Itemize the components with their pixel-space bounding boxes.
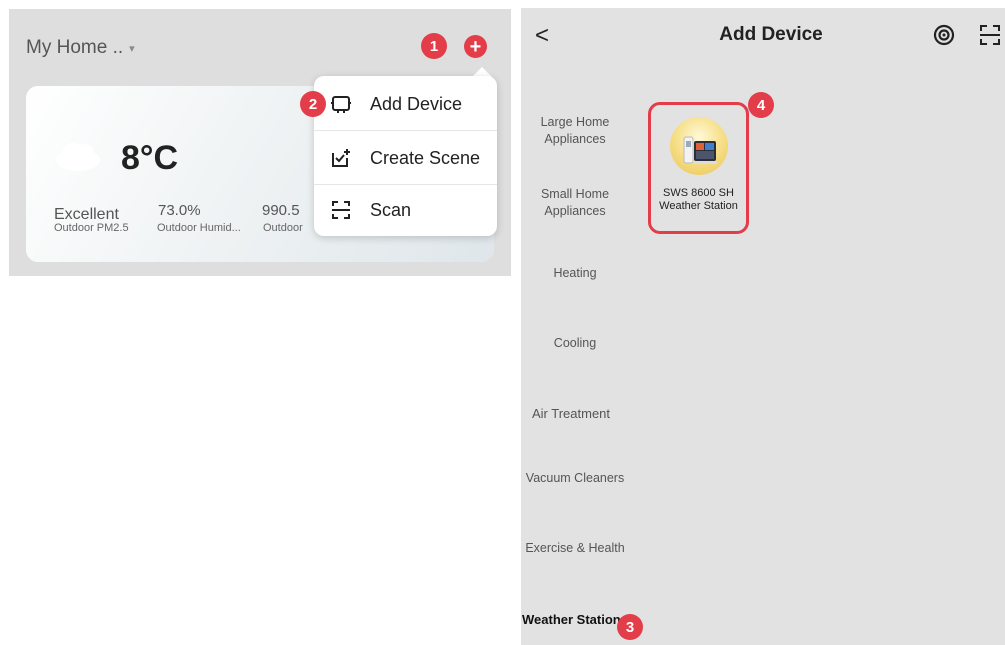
pm25-label: Outdoor PM2.5	[54, 222, 129, 234]
step-badge-3: 3	[617, 614, 643, 640]
device-card-sws8600[interactable]: SWS 8600 SH Weather Station	[648, 102, 749, 234]
add-popup-menu: Add Device Create Scene Scan	[314, 76, 497, 236]
menu-label-scan: Scan	[370, 199, 412, 220]
category-cooling[interactable]: Cooling	[521, 335, 629, 352]
humidity-value: 73.0%	[158, 202, 201, 219]
category-air-treatment[interactable]: Air Treatment	[521, 405, 623, 422]
home-screen: My Home .. ▾ 1 + 8°C Excellent Outdoor P…	[9, 9, 511, 276]
category-vacuum-cleaners[interactable]: Vacuum Cleaners	[521, 470, 629, 487]
menu-label-add-device: Add Device	[370, 93, 463, 114]
scan-icon[interactable]	[978, 23, 1002, 47]
device-name: SWS 8600 SH Weather Station	[659, 187, 738, 212]
menu-item-create-scene[interactable]: Create Scene	[314, 132, 497, 185]
category-heating[interactable]: Heating	[521, 265, 629, 282]
create-scene-icon	[330, 147, 352, 169]
add-device-icon	[330, 93, 352, 115]
cloud-icon	[56, 143, 100, 171]
add-device-screen: < Add Device Large Home Appliances Small…	[521, 8, 1005, 645]
temperature: 8°C	[121, 139, 179, 177]
pressure-label: Outdoor	[263, 222, 303, 234]
step-badge-4: 4	[748, 92, 774, 118]
home-name: My Home ..	[26, 37, 124, 58]
pressure-value: 990.5	[262, 202, 300, 219]
category-weather-stations[interactable]: Weather Stations	[521, 611, 629, 628]
menu-item-scan[interactable]: Scan	[314, 184, 497, 236]
category-large-home-appliances[interactable]: Large Home Appliances	[521, 114, 629, 148]
menu-label-create-scene: Create Scene	[370, 147, 481, 168]
category-exercise-health[interactable]: Exercise & Health	[521, 540, 629, 557]
caret-down-icon: ▾	[129, 42, 135, 55]
home-selector[interactable]: My Home .. ▾	[26, 37, 135, 59]
weather-station-image	[670, 117, 728, 175]
step-badge-2: 2	[300, 91, 326, 117]
category-small-home-appliances[interactable]: Small Home Appliances	[521, 186, 629, 220]
search-device-icon[interactable]	[932, 23, 956, 47]
menu-item-add-device[interactable]: Add Device	[314, 78, 497, 131]
step-badge-1: 1	[421, 33, 447, 59]
add-button[interactable]: +	[464, 35, 487, 58]
humidity-label: Outdoor Humid...	[157, 222, 241, 234]
scan-icon	[330, 199, 352, 221]
